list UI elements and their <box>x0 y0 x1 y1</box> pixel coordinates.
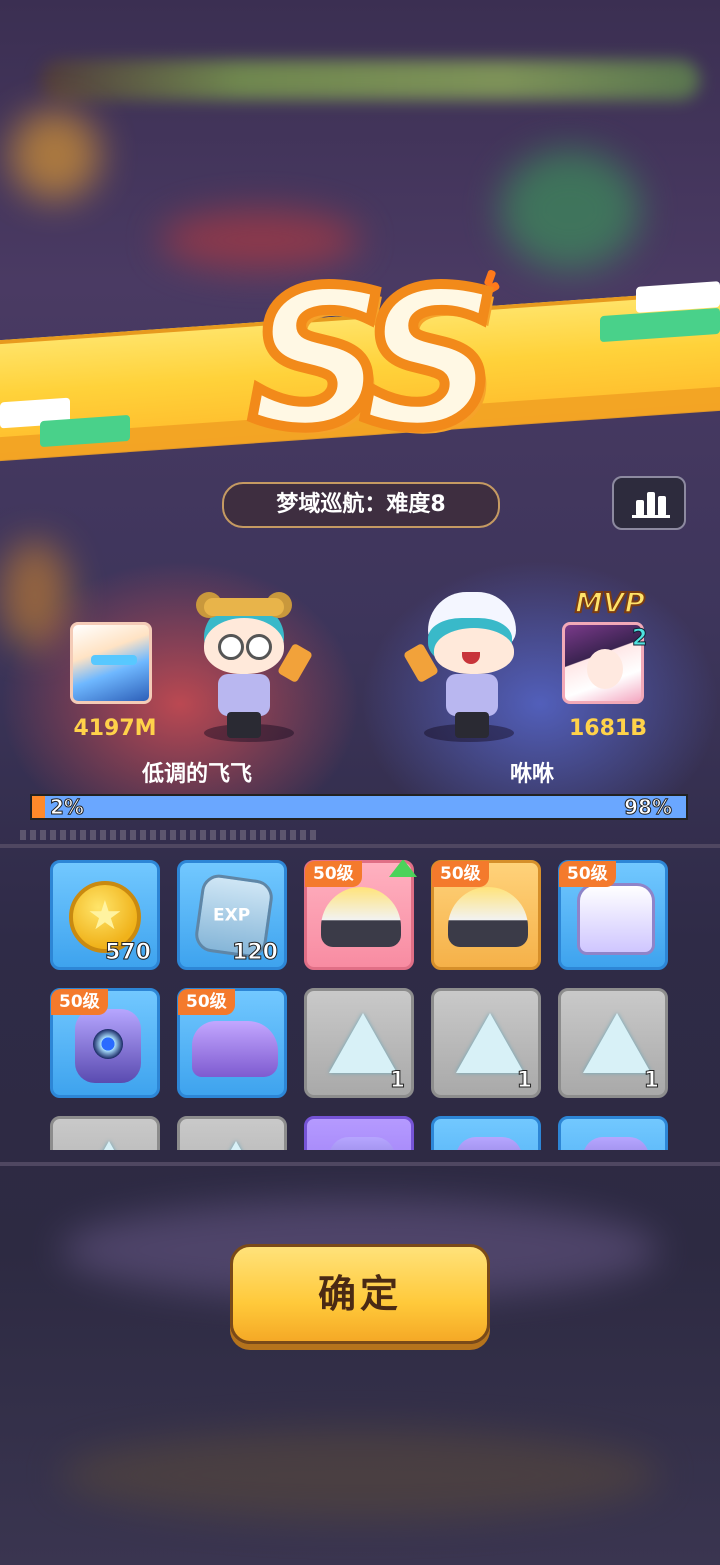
helmet-icon <box>448 887 528 947</box>
background-blob <box>60 1430 660 1520</box>
item-quantity: 1 <box>643 1068 659 1094</box>
player-right-character <box>402 588 530 738</box>
player-right-score: 1681B <box>569 716 647 741</box>
item-quantity: 1 <box>389 1068 405 1094</box>
reward-grid[interactable]: ★ 570 EXP 120 50级 50级 50级 50级 50级 1 1 1 <box>50 860 670 1150</box>
item-quantity: 1 <box>516 1068 532 1094</box>
blue-item-icon <box>456 1137 522 1150</box>
reward-item[interactable]: 50级 <box>177 988 287 1098</box>
reward-item[interactable]: 1 <box>558 988 668 1098</box>
upgrade-arrow-icon <box>389 860 417 877</box>
purple-item-icon <box>329 1137 395 1150</box>
reward-item[interactable] <box>431 1116 541 1150</box>
item-level-tag: 50级 <box>178 989 235 1015</box>
item-quantity: 570 <box>105 940 152 966</box>
reward-item[interactable]: 50级 <box>431 860 541 970</box>
damage-share-fill <box>32 796 46 818</box>
orb-gauntlet-icon <box>75 1009 141 1083</box>
reward-item[interactable] <box>304 1116 414 1150</box>
avatar-level-badge: 2 <box>631 626 648 652</box>
player-right-name: 咻咻 <box>509 762 554 787</box>
mvp-badge: MVP <box>574 585 646 620</box>
damage-share-bar: 2% 98% <box>30 794 688 820</box>
item-level-tag: 50级 <box>51 989 108 1015</box>
reward-item[interactable]: 1 <box>304 988 414 1098</box>
stage-title: 梦域巡航：难度8 <box>222 482 500 528</box>
grade-text: SS <box>245 249 504 470</box>
player-right-share: 98% <box>624 795 673 819</box>
jacket-icon <box>577 883 655 955</box>
reward-item[interactable]: 50级 <box>558 860 668 970</box>
crystal-icon <box>456 1013 524 1073</box>
item-quantity: 120 <box>232 940 279 966</box>
crystal-icon <box>202 1141 270 1150</box>
reward-item[interactable]: EXP 120 <box>177 860 287 970</box>
reward-item[interactable]: 1 <box>431 988 541 1098</box>
item-level-tag: 50级 <box>432 861 489 887</box>
divider-decoration <box>20 830 320 840</box>
crystal-icon <box>329 1013 397 1073</box>
reward-item[interactable] <box>558 1116 668 1150</box>
background-blob <box>10 110 100 200</box>
item-level-tag: 50级 <box>559 861 616 887</box>
shoe-icon <box>192 1021 278 1077</box>
stats-button[interactable] <box>612 476 686 530</box>
rewards-bottom-divider <box>0 1162 720 1166</box>
crystal-icon <box>583 1013 651 1073</box>
background-blob <box>500 150 640 270</box>
background-top-bar <box>40 60 700 100</box>
player-left-share: 2% <box>50 795 85 819</box>
player-left-score: 4197M <box>73 716 157 741</box>
reward-item[interactable] <box>50 1116 160 1150</box>
confirm-button[interactable]: 确定 <box>230 1244 490 1344</box>
reward-item[interactable]: 50级 <box>304 860 417 970</box>
exp-label: EXP <box>213 905 251 926</box>
reward-item[interactable] <box>177 1116 287 1150</box>
reward-item[interactable]: ★ 570 <box>50 860 160 970</box>
helmet-icon <box>321 887 401 947</box>
reward-item[interactable]: 50级 <box>50 988 160 1098</box>
blue-item-icon <box>583 1137 649 1150</box>
player-left-name: 低调的飞飞 <box>141 762 252 787</box>
player-left-avatar[interactable] <box>70 622 152 704</box>
crystal-icon <box>75 1141 143 1150</box>
item-level-tag: 50级 <box>305 861 362 887</box>
rewards-top-divider <box>0 844 720 848</box>
player-left-character <box>184 588 314 738</box>
